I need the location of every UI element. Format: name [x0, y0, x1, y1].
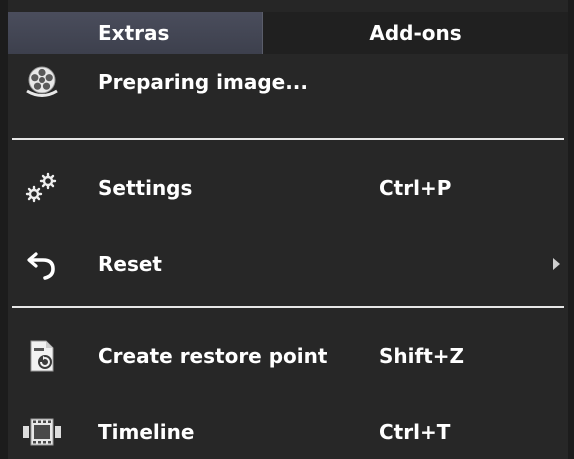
menu-item-preparing-image[interactable]: Preparing image... — [8, 54, 568, 110]
tab-extras[interactable]: Extras — [8, 12, 263, 54]
menubar: Extras Add-ons — [8, 12, 568, 54]
menu-item-shortcut: Shift+Z — [379, 344, 465, 368]
menu-item-shortcut: Ctrl+P — [379, 176, 452, 200]
tab-add-ons[interactable]: Add-ons — [263, 12, 568, 54]
menu-item-label: Preparing image... — [98, 70, 308, 94]
submenu-arrow-icon — [553, 258, 560, 270]
menu-item-create-restore-point[interactable]: Create restore point Shift+Z — [8, 332, 568, 380]
tab-extras-label: Extras — [98, 21, 170, 45]
menu-item-label: Settings — [98, 176, 193, 200]
menu-item-label: Reset — [98, 252, 162, 276]
film-reel-icon — [22, 62, 62, 102]
menu-item-settings[interactable]: Settings Ctrl+P — [8, 164, 568, 212]
restore-point-icon — [22, 336, 62, 376]
extras-menu-window: Extras Add-ons Preparing image... Settin… — [0, 0, 574, 459]
menu-item-label: Timeline — [98, 420, 195, 444]
gears-icon — [22, 168, 62, 208]
extras-dropdown-menu: Preparing image... Settings Ctrl+P Reset… — [8, 54, 568, 459]
menu-separator — [12, 306, 564, 308]
undo-arrow-icon — [22, 244, 62, 284]
menu-item-reset[interactable]: Reset — [8, 240, 568, 288]
timeline-icon — [22, 412, 62, 452]
menu-item-timeline[interactable]: Timeline Ctrl+T — [8, 408, 568, 456]
menu-item-shortcut: Ctrl+T — [379, 420, 451, 444]
menu-separator — [12, 138, 564, 140]
tab-add-ons-label: Add-ons — [369, 21, 462, 45]
menu-item-label: Create restore point — [98, 344, 328, 368]
